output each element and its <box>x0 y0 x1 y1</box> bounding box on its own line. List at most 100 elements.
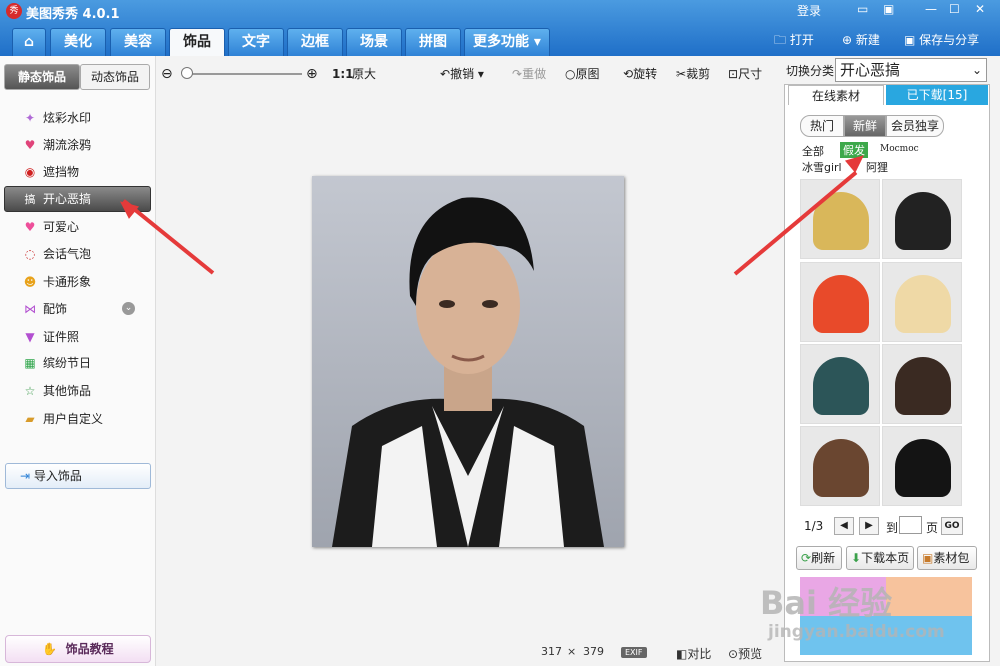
tab-downloaded[interactable]: 已下载[15] <box>886 85 988 105</box>
original-label: 原图 <box>575 67 600 81</box>
compare-button[interactable]: ◧对比 <box>676 645 711 662</box>
original-size-button[interactable]: 原大 <box>352 66 376 82</box>
folder-icon: ▰ <box>25 412 35 426</box>
resize-button[interactable]: ⊡尺寸 <box>728 66 762 82</box>
download-label: 下载本页 <box>861 551 910 565</box>
expand-chevron-icon[interactable]: ⌄ <box>122 302 135 315</box>
new-label: 新建 <box>855 33 880 47</box>
chip-members[interactable]: 会员独享 <box>886 115 944 137</box>
prev-page-button[interactable]: ◀ <box>834 517 854 535</box>
sidebar-item-prank[interactable]: 搞开心恶搞 <box>22 188 92 210</box>
original-image-button[interactable]: ○原图 <box>565 66 600 82</box>
open-label: 打开 <box>789 33 814 47</box>
sidebar-item-label: 潮流涂鸦 <box>43 138 92 152</box>
bubble-icon: ◌ <box>24 247 36 261</box>
tab-beautify[interactable]: 美化 <box>50 28 106 56</box>
tab-accessories[interactable]: 饰品 <box>169 28 225 57</box>
watermark-main: Bai 经验 <box>760 584 893 622</box>
next-page-button[interactable]: ▶ <box>859 517 879 535</box>
sidebar-item-watermark[interactable]: ✦ 炫彩水印 <box>22 107 91 129</box>
filter-all[interactable]: 全部 <box>802 143 824 159</box>
zoom-slider[interactable] <box>184 73 302 75</box>
thumbnail-brown-long-wig[interactable] <box>882 344 962 424</box>
thumbnail-blonde-short-wig[interactable] <box>800 179 880 259</box>
undo-button[interactable]: ↶撤销 ▾ <box>440 66 484 82</box>
star-icon: ☆ <box>24 384 36 398</box>
tab-scene[interactable]: 场景 <box>346 28 402 56</box>
tab-animated-accessories[interactable]: 动态饰品 <box>80 64 150 90</box>
image-width: 317 <box>541 645 562 658</box>
wig-icon <box>895 357 951 415</box>
sidebar-item-custom[interactable]: ▰ 用户自定义 <box>22 408 103 430</box>
minimize-icon[interactable]: — <box>925 2 937 16</box>
thumbnail-black-bob-wig[interactable] <box>882 179 962 259</box>
rotate-button[interactable]: ⟲旋转 <box>623 66 657 82</box>
sidebar-item-id-photo[interactable]: ▼ 证件照 <box>22 326 79 348</box>
thumbnail-teal-spiky-wig[interactable] <box>800 344 880 424</box>
save-share-label: 保存与分享 <box>919 33 980 47</box>
chip-new[interactable]: 新鲜 <box>844 115 886 137</box>
menu-icon[interactable]: ▣ <box>883 2 894 16</box>
gift-icon: ▦ <box>24 356 36 370</box>
filter-ice-girl[interactable]: 冰雪girl <box>802 159 842 175</box>
wig-icon <box>895 439 951 497</box>
download-page-button[interactable]: ⬇下载本页 <box>846 546 914 570</box>
go-button[interactable]: GO <box>941 517 963 535</box>
maximize-icon[interactable]: ☐ <box>949 2 960 16</box>
thumbnail-brown-bob-wig[interactable] <box>800 426 880 506</box>
sidebar-item-festival[interactable]: ▦ 缤纷节日 <box>22 352 91 374</box>
home-tab[interactable]: ⌂ <box>12 28 46 56</box>
refresh-button[interactable]: ⟳刷新 <box>796 546 842 570</box>
zoom-in-icon[interactable]: ⊕ <box>306 66 318 82</box>
crop-button[interactable]: ✂裁剪 <box>676 66 710 82</box>
sidebar-item-heart[interactable]: ♥ 可爱心 <box>22 216 79 238</box>
open-button[interactable]: 🗀 打开 <box>774 30 814 50</box>
ratio-button[interactable]: 1:1 <box>332 66 354 82</box>
folder-icon: 🗀 <box>774 33 787 47</box>
accessory-tutorial-button[interactable]: ✋ 饰品教程 <box>5 635 151 663</box>
tab-text[interactable]: 文字 <box>228 28 284 56</box>
thumbnail-blonde-curly-wig[interactable] <box>882 262 962 342</box>
chevron-down-icon[interactable]: ▾ <box>478 67 484 81</box>
filter-mocmoc[interactable]: Mocmoc <box>880 144 919 154</box>
exif-button[interactable]: EXIF <box>621 647 647 658</box>
zoom-out-icon[interactable]: ⊖ <box>161 66 173 82</box>
material-pack-button[interactable]: ▣素材包 <box>917 546 977 570</box>
tab-frame[interactable]: 边框 <box>287 28 343 56</box>
save-share-button[interactable]: ▣ 保存与分享 <box>904 30 979 50</box>
chip-hot[interactable]: 热门 <box>800 115 844 137</box>
preview-button[interactable]: ⊙预览 <box>728 645 762 662</box>
save-icon: ▣ <box>904 33 916 47</box>
preview-label: 预览 <box>738 647 763 661</box>
import-accessory-button[interactable]: ⇥ 导入饰品 <box>5 463 151 489</box>
wig-icon <box>813 439 869 497</box>
sidebar-item-accessory[interactable]: ⋈ 配饰 <box>22 298 67 320</box>
thumbnail-rainbow-afro-wig[interactable] <box>800 262 880 342</box>
chat-icon[interactable]: ▭ <box>857 2 868 16</box>
sidebar-item-bubble[interactable]: ◌ 会话气泡 <box>22 243 91 265</box>
page-input[interactable] <box>899 516 922 534</box>
sidebar-item-graffiti[interactable]: ♥ 潮流涂鸦 <box>22 134 91 156</box>
wig-icon <box>813 357 869 415</box>
tab-online-materials[interactable]: 在线素材 <box>788 85 884 105</box>
zoom-slider-handle[interactable] <box>181 67 193 79</box>
category-select[interactable]: 开心恶搞 ⌄ <box>835 58 987 82</box>
close-icon[interactable]: ✕ <box>975 2 985 16</box>
photo-canvas[interactable] <box>312 176 624 547</box>
tab-collage[interactable]: 拼图 <box>405 28 461 56</box>
tab-static-accessories[interactable]: 静态饰品 <box>4 64 80 90</box>
portrait-image <box>312 176 624 547</box>
tab-more[interactable]: 更多功能 ▾ <box>464 28 550 56</box>
tab-more-label: 更多功能 <box>473 34 530 50</box>
sidebar-item-cover[interactable]: ◉ 遮挡物 <box>22 161 79 183</box>
login-link[interactable]: 登录 <box>797 2 821 19</box>
sidebar-item-cartoon[interactable]: ☻ 卡通形象 <box>22 271 91 293</box>
download-icon: ⬇ <box>851 551 862 565</box>
redo-button[interactable]: ↷重做 <box>512 66 546 82</box>
filter-ali[interactable]: 阿狸 <box>866 159 888 175</box>
sidebar-item-other[interactable]: ☆ 其他饰品 <box>22 380 91 402</box>
new-button[interactable]: ⊕ 新建 <box>842 30 880 50</box>
tab-beauty[interactable]: 美容 <box>110 28 166 56</box>
thumbnail-black-messy-wig[interactable] <box>882 426 962 506</box>
sidebar-item-label: 开心恶搞 <box>43 192 92 206</box>
